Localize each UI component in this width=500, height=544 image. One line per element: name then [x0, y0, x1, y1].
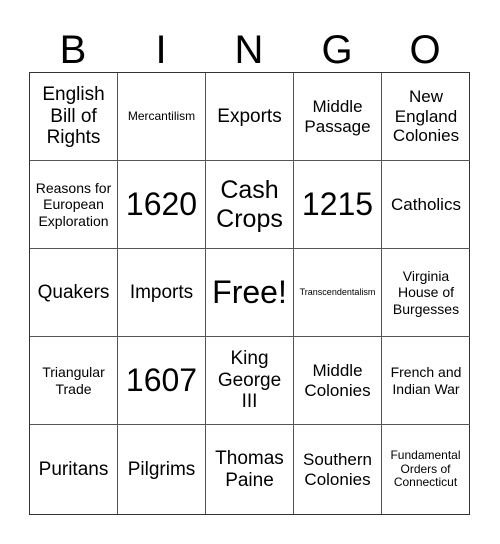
- cell-text: New England Colonies: [392, 87, 460, 146]
- bingo-cell[interactable]: New England Colonies: [382, 73, 470, 161]
- bingo-cell[interactable]: King George III: [206, 337, 294, 425]
- bingo-cell[interactable]: Pilgrims: [118, 425, 206, 514]
- bingo-cell[interactable]: Reasons for European Exploration: [30, 161, 118, 249]
- bingo-cell[interactable]: 1215: [294, 161, 382, 249]
- bingo-cell[interactable]: Exports: [206, 73, 294, 161]
- bingo-cell[interactable]: Middle Colonies: [294, 337, 382, 425]
- bingo-cell[interactable]: Imports: [118, 249, 206, 337]
- bingo-cell[interactable]: Triangular Trade: [30, 337, 118, 425]
- cell-text: Middle Colonies: [304, 360, 371, 400]
- cell-text: Mercantilism: [127, 108, 196, 123]
- bingo-cell[interactable]: 1607: [118, 337, 206, 425]
- bingo-cell[interactable]: Mercantilism: [118, 73, 206, 161]
- cell-text: 1607: [125, 362, 198, 399]
- header-letter-i: I: [155, 28, 167, 72]
- bingo-cell[interactable]: Transcendentalism: [294, 249, 382, 337]
- cell-text: Transcendentalism: [299, 287, 376, 298]
- cell-text: Exports: [217, 105, 282, 127]
- bingo-cell[interactable]: Cash Crops: [206, 161, 294, 249]
- header-letter-o: O: [409, 28, 441, 72]
- bingo-grid: English Bill of Rights Mercantilism Expo…: [29, 72, 470, 515]
- cell-text: Middle Passage: [304, 96, 371, 136]
- cell-text: Cash Crops: [216, 175, 283, 233]
- cell-text: Triangular Trade: [42, 364, 105, 397]
- bingo-cell[interactable]: French and Indian War: [382, 337, 470, 425]
- header-letter-g: G: [321, 28, 353, 72]
- cell-text: Fundamental Orders of Connecticut: [390, 447, 461, 490]
- cell-text: Virginia House of Burgesses: [392, 268, 460, 317]
- header-letter-b: B: [59, 28, 87, 72]
- cell-text: Catholics: [391, 194, 461, 214]
- cell-text: Quakers: [37, 281, 110, 303]
- cell-text: Pilgrims: [127, 458, 196, 480]
- free-space-cell[interactable]: Free!: [206, 249, 294, 337]
- cell-text: Imports: [129, 281, 194, 303]
- header-letter-n: N: [234, 28, 264, 72]
- cell-text: Free!: [212, 274, 287, 311]
- bingo-cell[interactable]: Catholics: [382, 161, 470, 249]
- cell-text: 1620: [125, 186, 198, 223]
- bingo-cell[interactable]: Middle Passage: [294, 73, 382, 161]
- bingo-cell[interactable]: 1620: [118, 161, 206, 249]
- bingo-cell[interactable]: Fundamental Orders of Connecticut: [382, 425, 469, 514]
- cell-text: Reasons for European Exploration: [35, 180, 112, 229]
- bingo-cell[interactable]: English Bill of Rights: [30, 73, 118, 161]
- bingo-cell[interactable]: Thomas Paine: [206, 425, 294, 514]
- cell-text: French and Indian War: [390, 364, 462, 397]
- bingo-cell[interactable]: Virginia House of Burgesses: [382, 249, 470, 337]
- bingo-cell[interactable]: Puritans: [30, 425, 118, 514]
- cell-text: 1215: [301, 186, 374, 223]
- bingo-cell[interactable]: Quakers: [30, 249, 118, 337]
- bingo-cell[interactable]: Southern Colonies: [294, 425, 382, 514]
- cell-text: Puritans: [38, 458, 109, 480]
- cell-text: Thomas Paine: [215, 447, 284, 491]
- cell-text: King George III: [217, 347, 282, 413]
- cell-text: English Bill of Rights: [42, 83, 105, 149]
- cell-text: Southern Colonies: [303, 449, 372, 489]
